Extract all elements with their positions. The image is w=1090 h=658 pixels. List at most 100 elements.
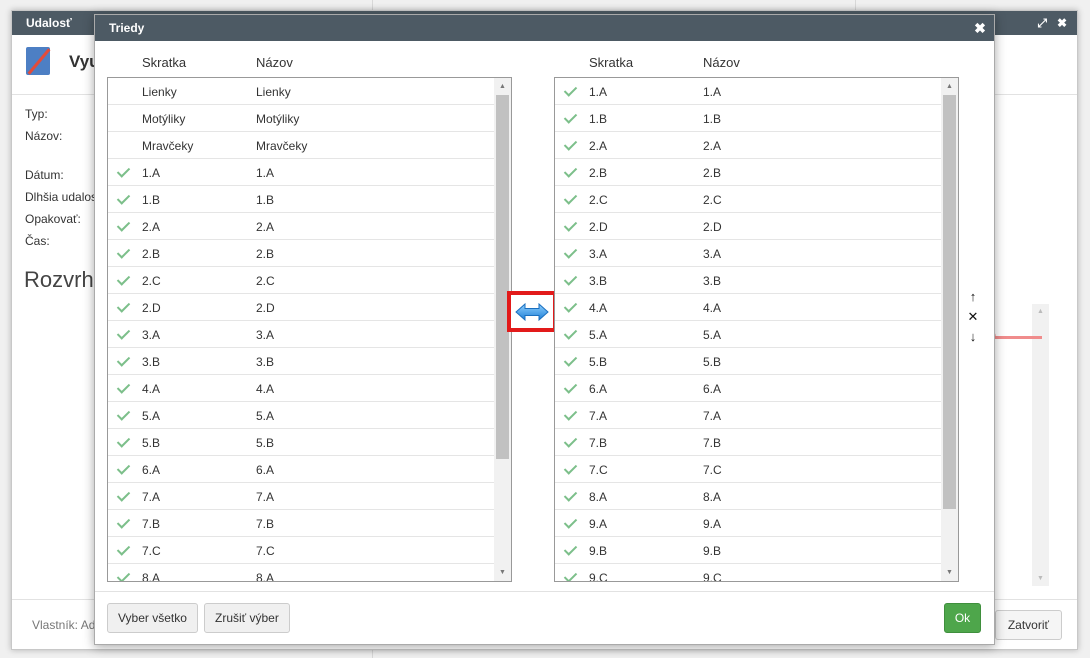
row-name: 9.A: [703, 517, 722, 531]
row-name: Mravčeky: [256, 139, 308, 153]
scroll-thumb[interactable]: [943, 95, 956, 509]
list-row[interactable]: 1.A 1.A: [555, 78, 942, 105]
row-abbr: 9.A: [589, 517, 608, 531]
row-abbr: 1.A: [589, 85, 608, 99]
selected-classes-list[interactable]: 1.A 1.A 1.B 1.B 2.A 2.A 2.B 2.B 2.C 2.C 2.D 2.D 3.A 3…: [554, 77, 959, 582]
close-icon[interactable]: ✖: [1057, 11, 1067, 35]
remove-icon[interactable]: ✕: [966, 307, 980, 327]
list-row[interactable]: 5.A 5.A: [108, 402, 495, 429]
row-abbr: 8.A: [142, 571, 161, 582]
row-abbr: 5.B: [142, 436, 161, 450]
list-row[interactable]: 1.B 1.B: [108, 186, 495, 213]
left-column-header-abbr[interactable]: Skratka: [142, 55, 186, 70]
list-row[interactable]: 2.C 2.C: [108, 267, 495, 294]
scroll-up-icon[interactable]: ▲: [494, 78, 511, 95]
list-row[interactable]: 1.A 1.A: [108, 159, 495, 186]
check-icon: [116, 543, 132, 557]
check-icon: [116, 300, 132, 314]
list-row[interactable]: 1.B 1.B: [555, 105, 942, 132]
scroll-up-icon[interactable]: ▲: [1032, 308, 1049, 315]
row-name: 8.A: [256, 571, 275, 582]
list-row[interactable]: 9.C 9.C: [555, 564, 942, 581]
row-name: 2.D: [256, 301, 275, 315]
owner-text: Vlastník: Ad: [32, 618, 96, 632]
select-all-button[interactable]: Vyber všetko: [107, 603, 198, 633]
close-icon[interactable]: ✖: [972, 15, 988, 41]
list-row[interactable]: 4.A 4.A: [555, 294, 942, 321]
list-row[interactable]: 4.A 4.A: [108, 375, 495, 402]
check-icon: [563, 165, 579, 179]
row-name: 7.C: [256, 544, 275, 558]
scroll-down-icon[interactable]: ▼: [1032, 575, 1049, 582]
row-name: 2.C: [703, 193, 722, 207]
list-row[interactable]: 7.C 7.C: [108, 537, 495, 564]
row-name: 7.C: [703, 463, 722, 477]
available-classes-list[interactable]: Lienky Lienky Motýliky Motýliky Mravčeky Mrav…: [107, 77, 512, 582]
list-row[interactable]: 2.C 2.C: [555, 186, 942, 213]
list-row[interactable]: 2.B 2.B: [108, 240, 495, 267]
scroll-thumb[interactable]: [496, 95, 509, 459]
row-abbr: 2.A: [142, 220, 161, 234]
row-abbr: 1.A: [142, 166, 161, 180]
list-row[interactable]: 5.B 5.B: [555, 348, 942, 375]
list-row[interactable]: 2.A 2.A: [555, 132, 942, 159]
list-row[interactable]: 3.B 3.B: [108, 348, 495, 375]
ok-button[interactable]: Ok: [944, 603, 981, 633]
row-name: 2.A: [703, 139, 722, 153]
row-name: Lienky: [256, 85, 291, 99]
row-abbr: 2.C: [142, 274, 161, 288]
list-row[interactable]: 5.A 5.A: [555, 321, 942, 348]
check-icon: [116, 165, 132, 179]
list-row[interactable]: 3.A 3.A: [555, 240, 942, 267]
list-row[interactable]: 7.C 7.C: [555, 456, 942, 483]
row-abbr: 7.A: [589, 409, 608, 423]
list-row[interactable]: 8.A 8.A: [555, 483, 942, 510]
row-name: 5.A: [256, 409, 275, 423]
list-row[interactable]: 2.D 2.D: [555, 213, 942, 240]
list-row[interactable]: 7.B 7.B: [108, 510, 495, 537]
move-up-icon[interactable]: ↑: [966, 287, 980, 307]
list-row[interactable]: 9.A 9.A: [555, 510, 942, 537]
list-row[interactable]: 6.A 6.A: [108, 456, 495, 483]
scroll-down-icon[interactable]: ▼: [494, 564, 511, 581]
list-row[interactable]: 5.B 5.B: [108, 429, 495, 456]
check-icon: [116, 219, 132, 233]
list-row[interactable]: 6.A 6.A: [555, 375, 942, 402]
clear-selection-button[interactable]: Zrušiť výber: [204, 603, 290, 633]
list-row[interactable]: Mravčeky Mravčeky: [108, 132, 495, 159]
left-column-header-name[interactable]: Názov: [256, 55, 293, 70]
maximize-icon[interactable]: ⤢: [1037, 11, 1047, 35]
scroll-down-icon[interactable]: ▼: [941, 564, 958, 581]
check-icon: [563, 408, 579, 422]
move-down-icon[interactable]: ↓: [966, 327, 980, 347]
check-icon: [116, 489, 132, 503]
list-row[interactable]: 3.B 3.B: [555, 267, 942, 294]
list-row[interactable]: 2.D 2.D: [108, 294, 495, 321]
transfer-button[interactable]: [507, 291, 557, 332]
schedule-heading: Rozvrh: [24, 267, 94, 292]
row-name: 7.A: [703, 409, 722, 423]
row-abbr: 3.A: [589, 247, 608, 261]
list-row[interactable]: Motýliky Motýliky: [108, 105, 495, 132]
list-row[interactable]: Lienky Lienky: [108, 78, 495, 105]
list-row[interactable]: 7.A 7.A: [108, 483, 495, 510]
list-row[interactable]: 7.A 7.A: [555, 402, 942, 429]
list-row[interactable]: 2.B 2.B: [555, 159, 942, 186]
row-abbr: 5.B: [589, 355, 608, 369]
list-row[interactable]: 9.B 9.B: [555, 537, 942, 564]
right-column-header-abbr[interactable]: Skratka: [589, 55, 633, 70]
list-row[interactable]: 3.A 3.A: [108, 321, 495, 348]
row-abbr: 1.B: [589, 112, 608, 126]
list-row[interactable]: 7.B 7.B: [555, 429, 942, 456]
row-abbr: 2.D: [589, 220, 608, 234]
list-row[interactable]: 8.A 8.A: [108, 564, 495, 582]
right-column-header-name[interactable]: Názov: [703, 55, 740, 70]
check-icon: [563, 435, 579, 449]
row-name: 1.B: [256, 193, 275, 207]
scroll-up-icon[interactable]: ▲: [941, 78, 958, 95]
schedule-scrollbar[interactable]: ▲ ▼: [1032, 304, 1049, 586]
field-label-repeat: Opakovať:: [25, 212, 81, 226]
selected-list-scrollbar[interactable]: ▲ ▼: [941, 78, 958, 581]
close-button[interactable]: Zatvoriť: [994, 610, 1062, 640]
list-row[interactable]: 2.A 2.A: [108, 213, 495, 240]
